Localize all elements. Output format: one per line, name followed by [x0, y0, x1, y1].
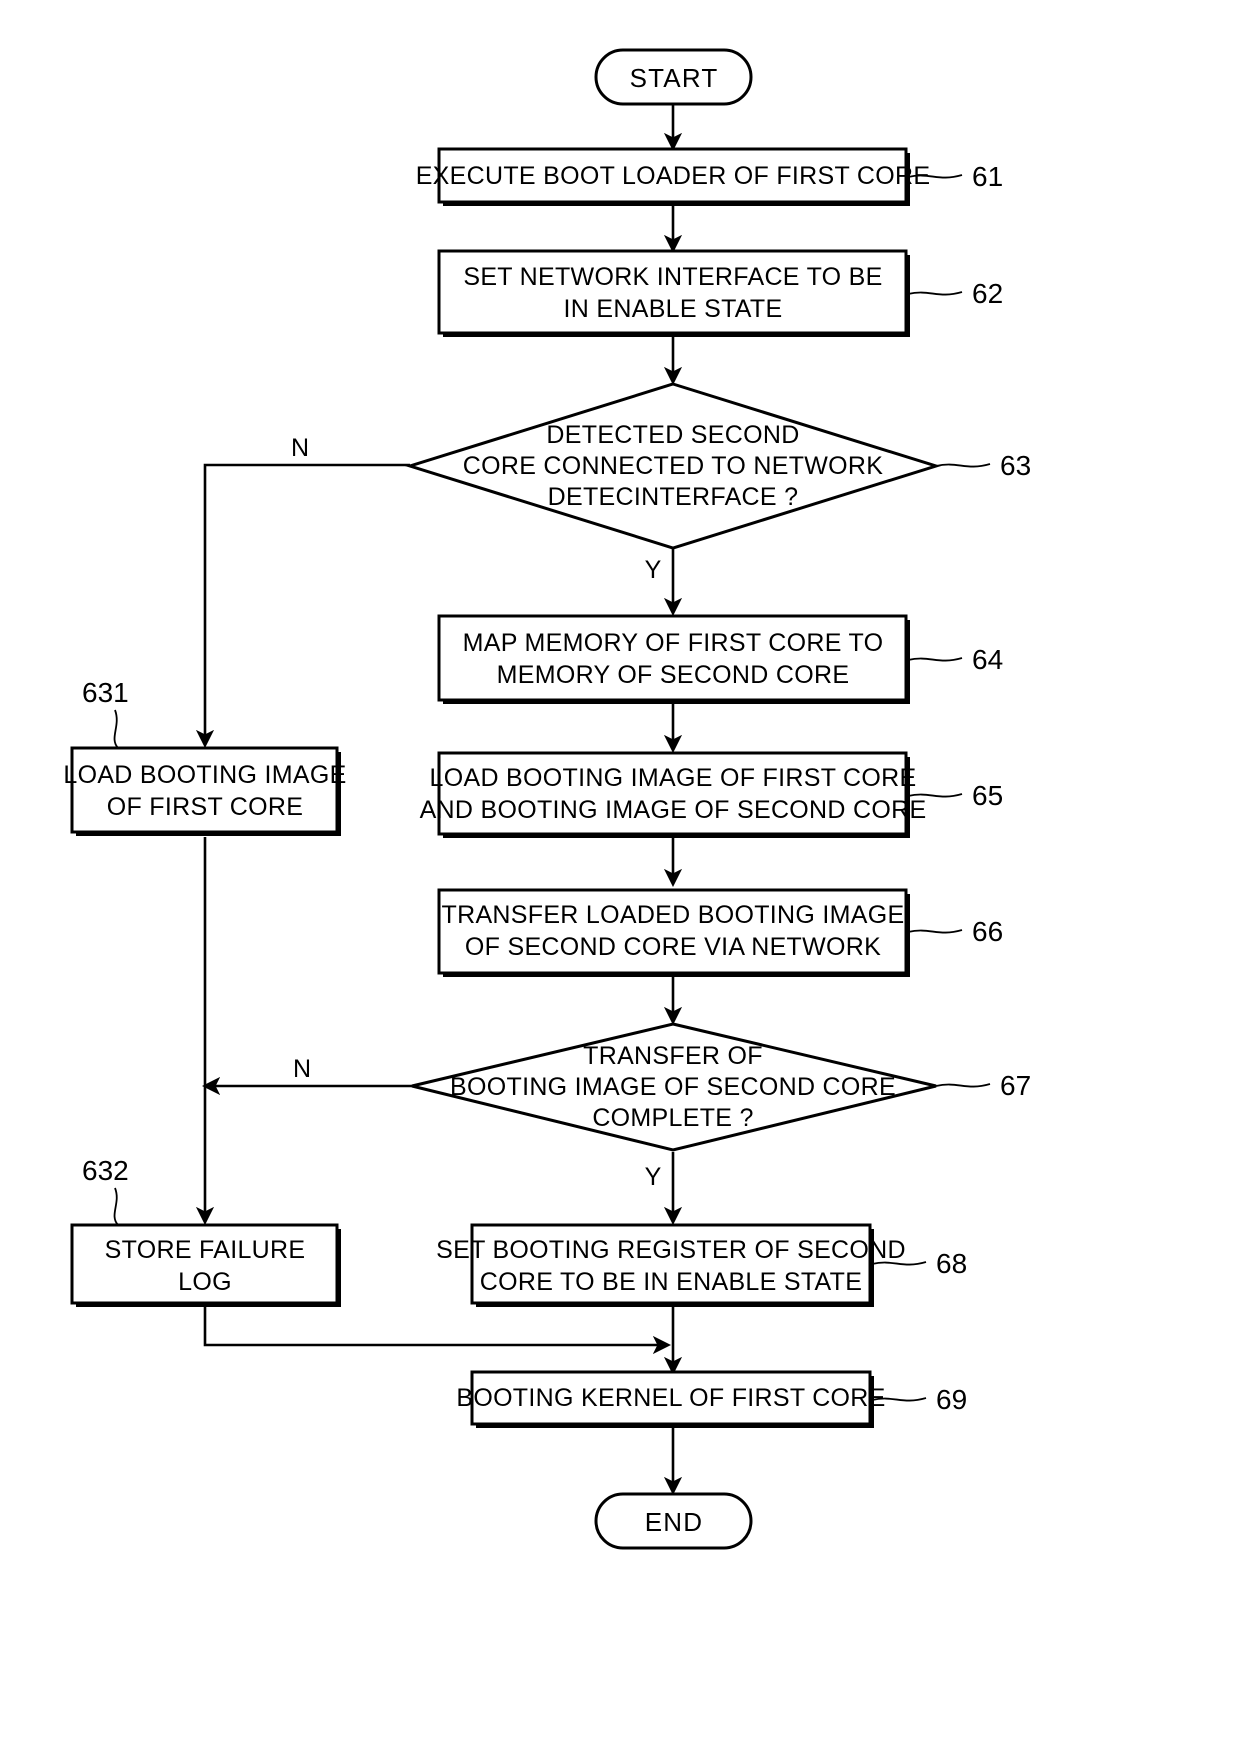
node-632-line-1: STORE FAILURE	[105, 1236, 306, 1264]
leader-67	[935, 1083, 991, 1088]
start-terminator-label: START	[630, 63, 719, 93]
node-68: SET BOOTING REGISTER OF SECOND CORE TO B…	[436, 1223, 906, 1307]
node-68-line-2: CORE TO BE IN ENABLE STATE	[480, 1268, 862, 1296]
branch-label-63-yes: Y	[645, 556, 662, 584]
node-65: LOAD BOOTING IMAGE OF FIRST CORE AND BOO…	[420, 751, 927, 838]
edge-632-to-69	[203, 1307, 672, 1355]
ref-label-632: 632	[82, 1155, 129, 1186]
node-69: BOOTING KERNEL OF FIRST CORE	[456, 1370, 885, 1428]
node-start: START	[594, 48, 753, 106]
ref-label-63: 63	[1000, 450, 1031, 481]
node-end: END	[594, 1492, 753, 1550]
node-67: TRANSFER OF BOOTING IMAGE OF SECOND CORE…	[411, 1022, 937, 1152]
node-631-line-2: OF FIRST CORE	[107, 793, 304, 821]
ref-label-61: 61	[972, 161, 1003, 192]
node-65-line-2: AND BOOTING IMAGE OF SECOND CORE	[420, 796, 927, 824]
node-62-line-2: IN ENABLE STATE	[564, 295, 783, 323]
ref-label-64: 64	[972, 644, 1003, 675]
ref-label-68: 68	[936, 1248, 967, 1279]
leader-63	[935, 463, 991, 468]
leader-62	[907, 291, 963, 296]
ref-label-69: 69	[936, 1384, 967, 1415]
node-61: EXECUTE BOOT LOADER OF FIRST CORE	[416, 147, 931, 206]
ref-label-62: 62	[972, 278, 1003, 309]
node-631: LOAD BOOTING IMAGE OF FIRST CORE	[63, 746, 346, 836]
branch-label-67-yes: Y	[645, 1163, 662, 1191]
node-632-line-2: LOG	[178, 1268, 232, 1296]
node-62-line-1: SET NETWORK INTERFACE TO BE	[463, 263, 882, 291]
flowchart-canvas: START EXECUTE BOOT LOADER OF FIRST CORE …	[63, 48, 1031, 1550]
ref-label-67: 67	[1000, 1070, 1031, 1101]
node-64: MAP MEMORY OF FIRST CORE TO MEMORY OF SE…	[437, 614, 910, 704]
ref-label-631: 631	[82, 677, 129, 708]
node-64-line-2: MEMORY OF SECOND CORE	[497, 661, 850, 689]
node-69-line-1: BOOTING KERNEL OF FIRST CORE	[456, 1384, 885, 1412]
leader-631	[113, 709, 119, 749]
node-631-line-1: LOAD BOOTING IMAGE	[63, 761, 346, 789]
flowchart-figure: START EXECUTE BOOT LOADER OF FIRST CORE …	[0, 0, 1240, 1752]
edge-63-no-to-631	[195, 463, 410, 749]
node-63-line-2: CORE CONNECTED TO NETWORK	[463, 452, 884, 480]
node-66: TRANSFER LOADED BOOTING IMAGE OF SECOND …	[437, 888, 910, 977]
node-64-line-1: MAP MEMORY OF FIRST CORE TO	[463, 629, 884, 657]
ref-label-66: 66	[972, 916, 1003, 947]
node-61-line-1: EXECUTE BOOT LOADER OF FIRST CORE	[416, 162, 931, 190]
node-63-line-1: DETECTED SECOND	[546, 421, 799, 449]
node-66-line-2: OF SECOND CORE VIA NETWORK	[465, 933, 881, 961]
node-67-line-1: TRANSFER OF	[583, 1042, 763, 1070]
branch-label-67-no: N	[293, 1055, 311, 1083]
node-68-line-1: SET BOOTING REGISTER OF SECOND	[436, 1236, 906, 1264]
node-67-line-2: BOOTING IMAGE OF SECOND CORE	[450, 1073, 896, 1101]
ref-label-65: 65	[972, 780, 1003, 811]
node-67-line-3: COMPLETE ?	[592, 1104, 753, 1132]
node-63-line-3: DETECINTERFACE ?	[548, 483, 799, 511]
node-62: SET NETWORK INTERFACE TO BE IN ENABLE ST…	[437, 249, 910, 337]
node-65-line-1: LOAD BOOTING IMAGE OF FIRST CORE	[430, 764, 917, 792]
node-632: STORE FAILURE LOG	[70, 1223, 341, 1307]
leader-66	[907, 929, 963, 934]
node-66-line-1: TRANSFER LOADED BOOTING IMAGE	[442, 901, 905, 929]
end-terminator-label: END	[645, 1507, 704, 1537]
node-63: DETECTED SECOND CORE CONNECTED TO NETWOR…	[404, 382, 942, 550]
branch-label-63-no: N	[291, 434, 309, 462]
leader-632	[113, 1187, 119, 1226]
leader-64	[907, 657, 963, 662]
